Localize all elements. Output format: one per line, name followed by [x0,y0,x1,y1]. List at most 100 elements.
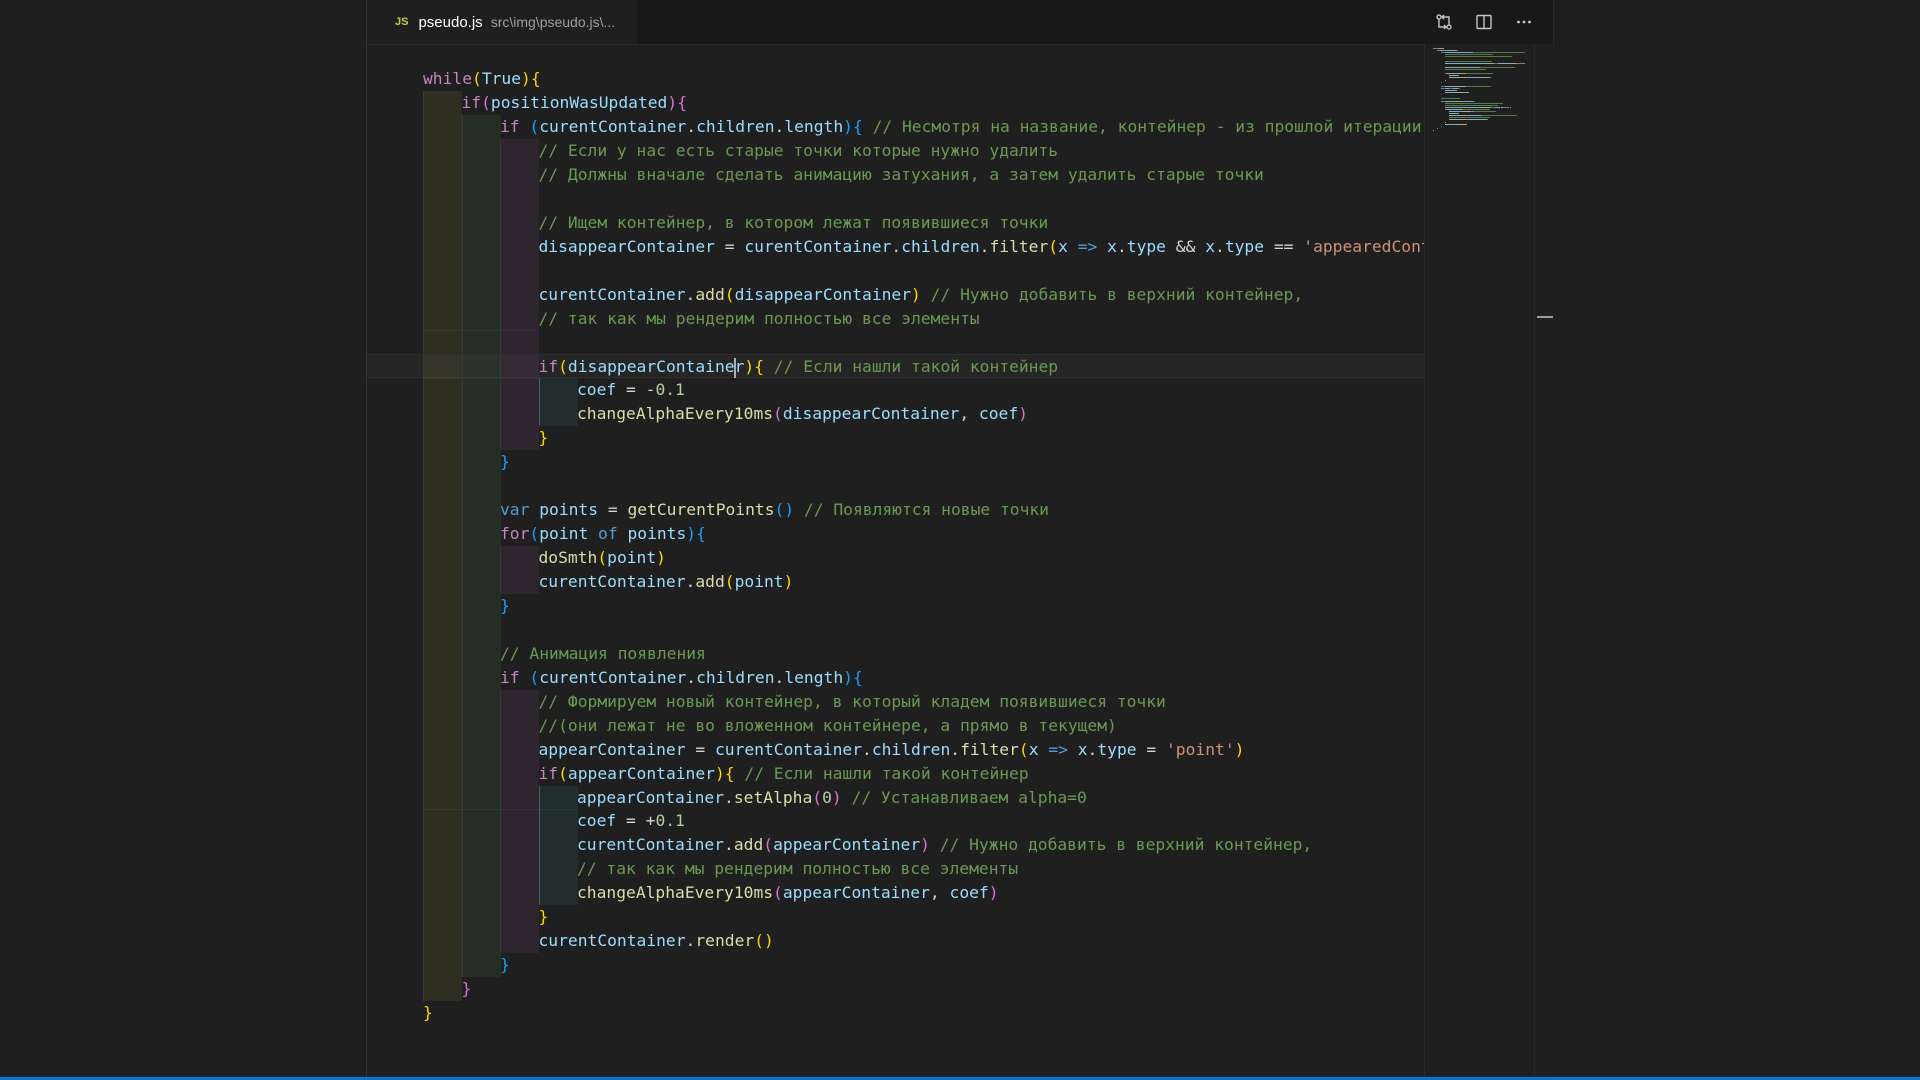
code-line[interactable]: if(positionWasUpdated){ [367,90,1424,115]
open-changes-button[interactable] [1433,11,1455,33]
code-line[interactable]: // Формируем новый контейнер, в который … [367,689,1424,714]
code-editor[interactable]: while(True){if(positionWasUpdated){if (c… [367,44,1424,1077]
code-line[interactable]: changeAlphaEvery10ms(appearContainer, co… [367,881,1424,906]
more-actions-button[interactable] [1513,11,1535,33]
indent-guide [423,546,462,570]
code-line[interactable] [367,258,1424,283]
code-line[interactable]: if(disappearContainer){ // Если нашли та… [367,354,1424,380]
minimap-token [1445,62,1462,64]
indent-guide [423,569,462,594]
code-token: // Устанавливаем alpha=0 [841,787,1087,807]
code-line[interactable]: //(они лежат не во вложенном контейнере,… [367,713,1424,738]
indent-guide [461,665,501,690]
split-editor-button[interactable] [1473,11,1495,33]
code-token: + [645,811,656,831]
code-line[interactable]: changeAlphaEvery10ms(disappearContainer,… [367,402,1424,427]
code-token: points [627,524,687,544]
indent-guide [461,138,501,163]
code-line[interactable]: // так как мы рендерим полностью все эле… [367,306,1424,331]
code-token: = [598,500,628,520]
code-line[interactable]: curentContainer.add(appearContainer) // … [367,833,1424,858]
indent-guide [423,617,462,642]
code-token: . [685,571,696,591]
indent-guide [500,258,539,283]
indent-guide [423,330,462,355]
code-line[interactable]: for(point of points){ [367,522,1424,547]
indent-guide [461,953,501,978]
code-line[interactable]: if (curentContainer.children.length){ [367,665,1424,690]
vertical-scrollbar[interactable] [1534,44,1555,1077]
indent-guide [500,737,539,762]
code-line[interactable] [367,617,1424,642]
code-line[interactable]: curentContainer.add(point) [367,569,1424,594]
code-token: //(они лежат не во вложенном контейнере,… [538,715,1117,735]
code-line[interactable]: doSmth(point) [367,546,1424,570]
code-token: children [696,116,775,136]
minimap-token [1475,106,1483,108]
indent-guide [500,905,539,930]
code-line[interactable]: var points = getCurentPoints() // Появля… [367,498,1424,523]
indent-guide [423,977,462,1002]
code-line[interactable]: } [367,905,1424,930]
code-line[interactable]: coef = -0.1 [367,378,1424,403]
code-line[interactable]: if (curentContainer.children.length){ //… [367,114,1424,139]
tab-pseudo-js[interactable]: JS pseudo.js src\img\pseudo.js\... [367,0,638,44]
indent-guide [461,569,501,594]
code-token: ( [558,357,568,377]
minimap-token [1463,111,1471,112]
indent-guide [461,282,501,307]
code-line[interactable]: // Ищем контейнер, в котором лежат появи… [367,210,1424,235]
code-line[interactable]: if(appearContainer){ // Если нашли такой… [367,761,1424,786]
code-line[interactable]: } [367,977,1424,1002]
minimap-token [1489,77,1491,79]
code-token: positionWasUpdated [490,92,668,112]
indent-guide [500,569,539,594]
code-line[interactable] [367,330,1424,355]
code-token: ) [686,524,697,544]
code-line[interactable] [367,186,1424,211]
minimap[interactable] [1424,44,1534,1077]
code-token: . [891,236,902,256]
code-token: ) [1234,739,1245,759]
code-token: // Ищем контейнер, в котором лежат появи… [538,212,1049,232]
code-line[interactable]: // так как мы рендерим полностью все эле… [367,857,1424,882]
code-token: ( [472,69,482,88]
indent-guide [461,737,501,762]
code-token: length [784,667,844,687]
code-token: = [616,380,646,400]
code-line[interactable]: appearContainer = curentContainer.childr… [367,737,1424,762]
code-line[interactable]: } [367,1001,1424,1025]
code-line[interactable]: // Должны вначале сделать анимацию затух… [367,162,1424,187]
code-token: ( [773,883,783,903]
code-line[interactable]: } [367,426,1424,451]
code-line[interactable]: while(True){ [367,67,1424,91]
indent-guide [500,234,539,259]
code-line[interactable]: coef = +0.1 [367,809,1424,834]
code-line[interactable]: appearContainer.setAlpha(0) // Устанавли… [367,785,1424,810]
code-line[interactable] [367,474,1424,499]
code-line[interactable]: // Если у нас есть старые точки которые … [367,138,1424,163]
code-line[interactable]: curentContainer.add(disappearContainer) … [367,282,1424,307]
minimap-token [1509,106,1511,108]
indent-guide [461,498,501,523]
code-line[interactable]: // Анимация появления [367,641,1424,666]
code-text: // Ищем контейнер, в котором лежат появи… [539,211,1049,235]
code-token: . [862,739,872,759]
code-text: if (curentContainer.children.length){ [500,666,863,690]
code-token: . [724,835,734,855]
indent-guide [461,474,501,499]
minimap-token [1481,115,1517,117]
code-line[interactable]: } [367,953,1424,978]
code-token: ( [763,835,774,855]
code-token: render [695,931,755,951]
code-line[interactable]: } [367,450,1424,475]
code-line[interactable]: disappearContainer = curentContainer.chi… [367,234,1424,259]
minimap-token [1445,106,1459,108]
code-token: ( [1018,739,1029,759]
code-token: ) [831,787,842,807]
minimap-token [1466,73,1494,75]
code-line[interactable]: curentContainer.render() [367,929,1424,954]
minimap-token [1441,81,1442,83]
code-line[interactable]: } [367,593,1424,618]
indent-guide [423,426,462,451]
